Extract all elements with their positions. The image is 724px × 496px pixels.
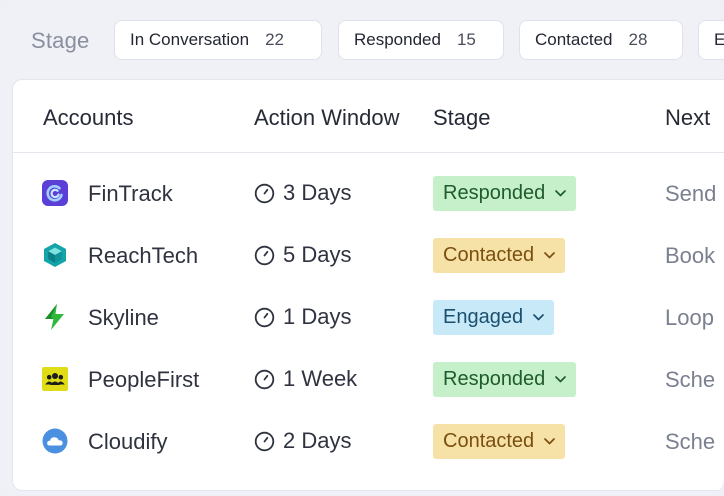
table-header: Accounts Action Window Stage Next bbox=[13, 80, 724, 153]
next-action: Send bbox=[665, 181, 717, 206]
stage-dropdown[interactable]: Responded bbox=[433, 362, 577, 397]
filter-chip-label: In Conversation bbox=[130, 30, 250, 49]
table-row[interactable]: Skyline 1 Days Engaged Loop bbox=[13, 286, 724, 348]
fintrack-logo-icon bbox=[42, 180, 68, 206]
clock-icon bbox=[254, 307, 275, 328]
stage-label: Engaged bbox=[443, 306, 524, 328]
column-header-stage[interactable]: Stage bbox=[433, 105, 491, 131]
column-header-accounts[interactable]: Accounts bbox=[43, 105, 134, 131]
cloudify-logo-icon bbox=[42, 428, 68, 454]
clock-icon bbox=[254, 431, 275, 452]
account-name[interactable]: Skyline bbox=[88, 305, 159, 331]
filter-chip-label: E bbox=[714, 30, 724, 49]
action-window: 5 Days bbox=[283, 242, 352, 267]
skyline-logo-icon bbox=[45, 304, 64, 330]
stage-label: Contacted bbox=[443, 430, 535, 452]
filter-chip-responded[interactable]: Responded 15 bbox=[338, 20, 504, 60]
filter-chip-count: 22 bbox=[265, 30, 284, 49]
action-window: 1 Week bbox=[283, 366, 358, 391]
next-action: Sche bbox=[665, 367, 716, 392]
next-action: Loop bbox=[665, 305, 714, 330]
table-row[interactable]: Cloudify 2 Days Contacted Sche bbox=[13, 410, 724, 472]
account-name[interactable]: FinTrack bbox=[88, 181, 173, 207]
stage-filter-bar: Stage In Conversation 22 Responded 15 Co… bbox=[0, 0, 724, 82]
filter-chip-label: Responded bbox=[354, 30, 441, 49]
stage-dropdown[interactable]: Contacted bbox=[433, 238, 566, 273]
stage-filter-label: Stage bbox=[31, 28, 90, 53]
stage-label: Contacted bbox=[443, 244, 535, 266]
clock-icon bbox=[254, 245, 275, 266]
filter-chip-engaged[interactable]: E bbox=[698, 20, 724, 60]
next-action: Sche bbox=[665, 429, 716, 454]
stage-label: Responded bbox=[443, 368, 546, 390]
clock-icon bbox=[254, 369, 275, 390]
stage-dropdown[interactable]: Engaged bbox=[433, 300, 555, 335]
account-name[interactable]: PeopleFirst bbox=[88, 367, 199, 393]
table-row[interactable]: FinTrack 3 Days Responded Send bbox=[13, 162, 724, 224]
account-name[interactable]: Cloudify bbox=[88, 429, 167, 455]
stage-dropdown[interactable]: Responded bbox=[433, 176, 577, 211]
filter-chip-contacted[interactable]: Contacted 28 bbox=[519, 20, 683, 60]
accounts-table: Accounts Action Window Stage Next FinTra… bbox=[12, 79, 724, 491]
chevron-down-icon bbox=[533, 314, 544, 321]
table-row[interactable]: ReachTech 5 Days Contacted Book bbox=[13, 224, 724, 286]
chevron-down-icon bbox=[555, 190, 567, 197]
peoplefirst-logo-icon bbox=[42, 367, 68, 391]
action-window: 3 Days bbox=[283, 180, 352, 205]
chevron-down-icon bbox=[555, 376, 567, 383]
clock-icon bbox=[254, 183, 275, 204]
next-action: Book bbox=[665, 243, 716, 268]
filter-chip-count: 15 bbox=[456, 30, 476, 49]
stage-label: Responded bbox=[443, 182, 546, 204]
reachtech-logo-icon bbox=[44, 243, 66, 267]
account-name[interactable]: ReachTech bbox=[88, 243, 198, 269]
chevron-down-icon bbox=[544, 252, 556, 259]
filter-chip-count: 28 bbox=[628, 30, 648, 49]
action-window: 2 Days bbox=[283, 428, 352, 453]
stage-dropdown[interactable]: Contacted bbox=[433, 424, 566, 459]
chevron-down-icon bbox=[544, 438, 556, 445]
accounts-panel: Stage In Conversation 22 Responded 15 Co… bbox=[0, 0, 724, 496]
table-row[interactable]: PeopleFirst 1 Week Responded Sche bbox=[13, 348, 724, 410]
column-header-next[interactable]: Next bbox=[665, 105, 710, 131]
filter-chip-in-conversation[interactable]: In Conversation 22 bbox=[114, 20, 322, 60]
filter-chip-label: Contacted bbox=[535, 30, 613, 49]
column-header-action-window[interactable]: Action Window bbox=[254, 105, 400, 131]
action-window: 1 Days bbox=[283, 304, 352, 329]
